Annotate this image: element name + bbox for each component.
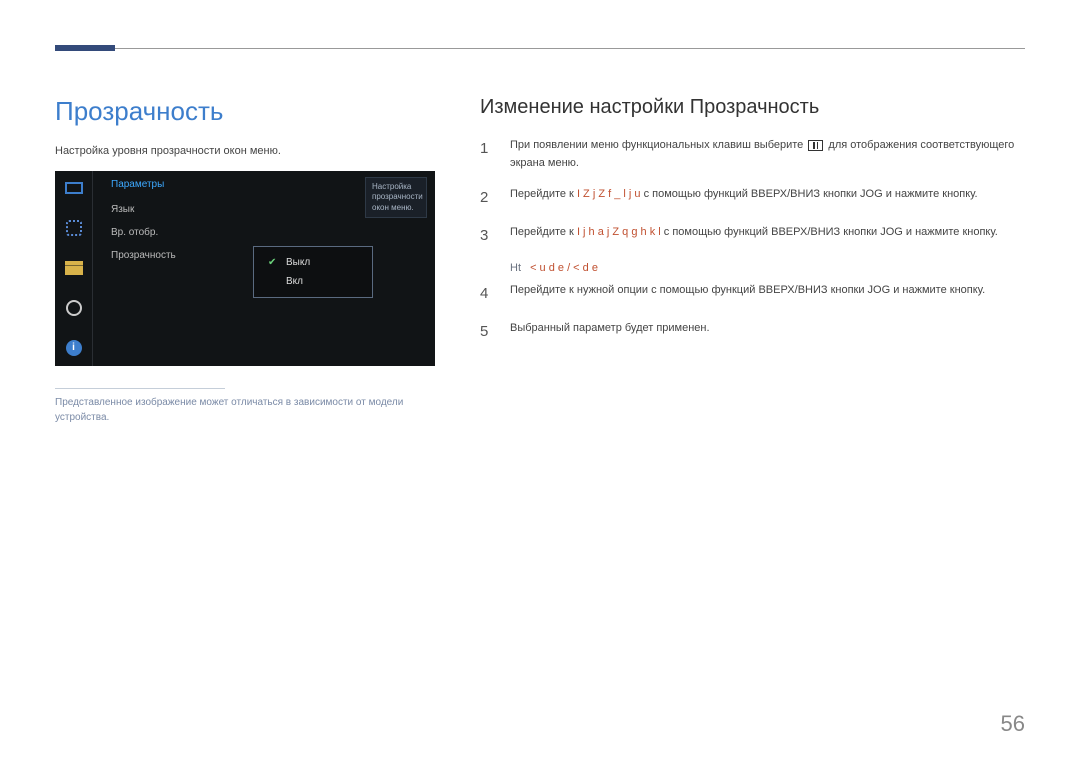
step-text: Перейдите к нужной опции с помощью функц… bbox=[510, 282, 1025, 306]
osd-row-label: Вр. отобр. bbox=[111, 227, 158, 238]
menu-icon bbox=[808, 140, 823, 151]
gear-icon bbox=[63, 297, 85, 319]
header-stub bbox=[55, 45, 115, 51]
osd-popup-option-label: Выкл bbox=[286, 257, 310, 268]
page-number: 56 bbox=[1001, 711, 1025, 737]
steps-list: 1 При появлении меню функциональных клав… bbox=[480, 137, 1025, 248]
note-pre: Ht bbox=[510, 262, 521, 274]
step-post: с помощью функций ВВЕРХ/ВНИЗ кнопки JOG … bbox=[644, 188, 978, 200]
note-accent: < u d e / < d e bbox=[530, 262, 598, 274]
left-column: Прозрачность Настройка уровня прозрачнос… bbox=[55, 96, 435, 425]
step-item: 2 Перейдите к I Z j Z f _ l j u с помощь… bbox=[480, 186, 1025, 210]
osd-panel: Параметры Язык Русский Вр. отобр. Прозра… bbox=[93, 171, 435, 366]
step-number: 2 bbox=[480, 186, 496, 210]
target-icon bbox=[63, 217, 85, 239]
step-item: 3 Перейдите к I j h a j Z q g h k l с по… bbox=[480, 224, 1025, 248]
right-column: Изменение настройки Прозрачность 1 При п… bbox=[480, 96, 1025, 425]
osd-row-label: Язык bbox=[111, 204, 134, 215]
osd-row-label: Прозрачность bbox=[111, 250, 176, 261]
osd-popup-option: ✔ Выкл bbox=[254, 253, 372, 272]
header-line bbox=[115, 48, 1025, 49]
footnote-text: Представленное изображение может отличат… bbox=[55, 395, 435, 425]
osd-screenshot: i Параметры Язык Русский Вр. отобр. Проз… bbox=[55, 171, 435, 366]
step-accent: I Z j Z f _ l j u bbox=[577, 188, 641, 200]
osd-row: Вр. отобр. bbox=[93, 221, 435, 244]
osd-tooltip: Настройка прозрачности окон меню. bbox=[365, 177, 427, 218]
info-icon: i bbox=[63, 337, 85, 359]
step-number: 5 bbox=[480, 320, 496, 344]
step-text: Перейдите к I j h a j Z q g h k l с помо… bbox=[510, 224, 1025, 248]
steps-list-cont: 4 Перейдите к нужной опции с помощью фун… bbox=[480, 282, 1025, 344]
step-post: с помощью функций ВВЕРХ/ВНИЗ кнопки JOG … bbox=[664, 226, 998, 238]
step-number: 1 bbox=[480, 137, 496, 172]
section-title: Прозрачность bbox=[55, 96, 435, 127]
osd-popup-option-label: Вкл bbox=[286, 276, 303, 287]
footnote-rule bbox=[55, 388, 225, 389]
step-number: 4 bbox=[480, 282, 496, 306]
list-icon bbox=[63, 257, 85, 279]
right-title: Изменение настройки Прозрачность bbox=[480, 96, 1025, 119]
step-text: Выбранный параметр будет применен. bbox=[510, 320, 1025, 344]
step-accent: I j h a j Z q g h k l bbox=[577, 226, 661, 238]
osd-popup: ✔ Выкл ✔ Вкл bbox=[253, 246, 373, 298]
step-pre: Перейдите к bbox=[510, 226, 577, 238]
monitor-icon bbox=[63, 177, 85, 199]
step-item: 5 Выбранный параметр будет применен. bbox=[480, 320, 1025, 344]
footnote-block: Представленное изображение может отличат… bbox=[55, 388, 435, 425]
check-icon: ✔ bbox=[268, 257, 278, 268]
step-item: 1 При появлении меню функциональных клав… bbox=[480, 137, 1025, 172]
columns: Прозрачность Настройка уровня прозрачнос… bbox=[55, 96, 1025, 425]
header-rule bbox=[55, 40, 1025, 56]
step-pre: Перейдите к bbox=[510, 188, 577, 200]
osd-sidebar: i bbox=[55, 171, 93, 366]
step-text: Перейдите к I Z j Z f _ l j u с помощью … bbox=[510, 186, 1025, 210]
step-pre: При появлении меню функциональных клавиш… bbox=[510, 139, 806, 151]
step-text: При появлении меню функциональных клавиш… bbox=[510, 137, 1025, 172]
step-number: 3 bbox=[480, 224, 496, 248]
section-desc: Настройка уровня прозрачности окон меню. bbox=[55, 145, 435, 157]
osd-popup-option: ✔ Вкл bbox=[254, 272, 372, 291]
page: Прозрачность Настройка уровня прозрачнос… bbox=[0, 0, 1080, 763]
note-line: Ht < u d e / < d e bbox=[510, 262, 1025, 274]
step-item: 4 Перейдите к нужной опции с помощью фун… bbox=[480, 282, 1025, 306]
check-icon: ✔ bbox=[268, 276, 278, 287]
